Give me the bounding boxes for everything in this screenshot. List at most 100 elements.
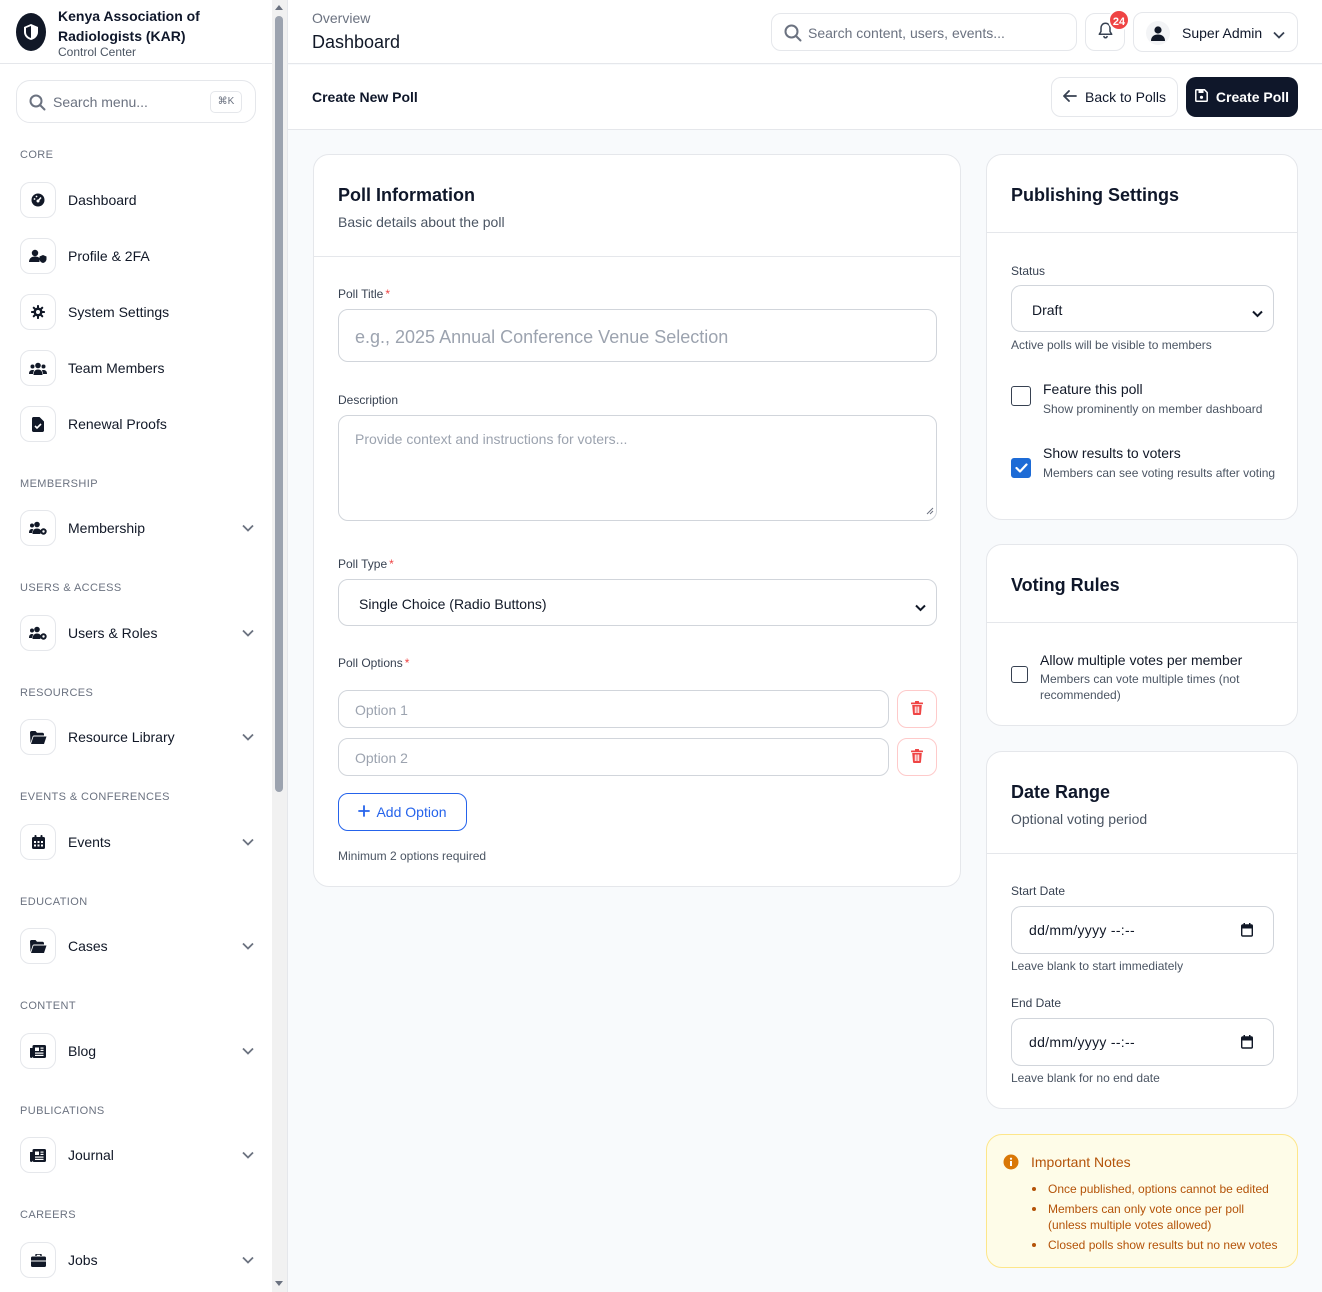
brand-name: Kenya Association of Radiologists (KAR)	[58, 8, 200, 44]
chevron-down-icon	[240, 1147, 256, 1163]
arrow-left-icon	[1063, 89, 1077, 105]
remove-option-1-button[interactable]	[897, 690, 937, 728]
chevron-down-icon	[1252, 305, 1263, 321]
section-education: EDUCATION	[20, 896, 88, 908]
multiple-votes-title: Allow multiple votes per member	[1040, 652, 1243, 668]
sidebar-item-system-settings[interactable]: System Settings	[20, 294, 260, 330]
voting-rules-card: Voting Rules Allow multiple votes per me…	[986, 544, 1298, 726]
chevron-down-icon	[240, 625, 256, 641]
option-2-placeholder: Option 2	[355, 750, 408, 766]
sidebar-divider	[0, 63, 272, 64]
status-hint: Active polls will be visible to members	[1011, 338, 1212, 352]
poll-type-label: Poll Type *	[338, 557, 394, 571]
sidebar-item-blog[interactable]: Blog	[20, 1033, 260, 1069]
sidebar-item-label: Events	[68, 834, 111, 850]
avatar	[1146, 21, 1170, 45]
file-check-icon	[20, 406, 56, 442]
chevron-down-icon	[240, 1043, 256, 1059]
start-date-input[interactable]: dd/mm/yyyy --:--	[1011, 906, 1274, 954]
remove-option-2-button[interactable]	[897, 738, 937, 776]
multiple-votes-checkbox[interactable]	[1011, 666, 1028, 683]
sidebar-search-input[interactable]: Search menu... ⌘K	[16, 80, 256, 123]
sidebar-border	[287, 0, 288, 1292]
notes-list: Once published, options cannot be edited…	[1031, 1181, 1283, 1257]
sidebar-item-cases[interactable]: Cases	[20, 928, 260, 964]
brand[interactable]: Kenya Association of Radiologists (KAR) …	[16, 8, 266, 62]
breadcrumb[interactable]: Overview	[312, 10, 370, 26]
sidebar-item-label: Users & Roles	[68, 625, 158, 641]
calendar-icon	[20, 824, 56, 860]
description-textarea[interactable]: Provide context and instructions for vot…	[338, 415, 937, 521]
notifications-button[interactable]: 24	[1085, 9, 1130, 51]
start-date-hint: Leave blank to start immediately	[1011, 959, 1184, 973]
sidebar-item-label: Membership	[68, 520, 146, 536]
global-search-input[interactable]: Search content, users, events...	[771, 13, 1077, 51]
start-date-label: Start Date	[1011, 884, 1066, 898]
feature-poll-title: Feature this poll	[1043, 381, 1143, 397]
option-2-input[interactable]: Option 2	[338, 738, 889, 776]
sidebar-item-resource-library[interactable]: Resource Library	[20, 719, 260, 755]
sidebar-item-team-members[interactable]: Team Members	[20, 350, 260, 386]
calendar-icon[interactable]	[1240, 923, 1254, 940]
status-select[interactable]: Draft	[1011, 285, 1274, 332]
search-icon	[784, 24, 802, 45]
card-title: Date Range	[1011, 782, 1111, 802]
option-1-input[interactable]: Option 1	[338, 690, 889, 728]
save-icon	[1194, 89, 1208, 105]
poll-title-input[interactable]: e.g., 2025 Annual Conference Venue Selec…	[338, 309, 937, 362]
sidebar-item-jobs[interactable]: Jobs	[20, 1242, 260, 1278]
sidebar-search-placeholder: Search menu...	[53, 94, 148, 110]
note-item: Once published, options cannot be edited	[1031, 1181, 1283, 1197]
back-to-polls-button[interactable]: Back to Polls	[1051, 77, 1178, 117]
card-divider	[314, 256, 960, 257]
plus-icon	[358, 804, 371, 820]
required-mark: *	[385, 287, 391, 301]
poll-title-placeholder: e.g., 2025 Annual Conference Venue Selec…	[355, 327, 729, 347]
card-divider	[987, 232, 1297, 233]
newspaper-icon	[20, 1137, 56, 1173]
sidebar-scrollbar[interactable]	[272, 0, 287, 1292]
section-content: CONTENT	[20, 1000, 76, 1012]
section-resources: RESOURCES	[20, 687, 94, 699]
top-header: Overview Dashboard Search content, users…	[288, 0, 1322, 64]
global-search-placeholder: Search content, users, events...	[808, 25, 1005, 41]
sidebar-item-renewal-proofs[interactable]: Renewal Proofs	[20, 406, 260, 442]
sidebar-item-membership[interactable]: Membership	[20, 510, 260, 546]
sidebar-item-label: Cases	[68, 938, 108, 954]
multiple-votes-desc: Members can vote multiple times (not rec…	[1040, 672, 1240, 702]
calendar-icon[interactable]	[1240, 1035, 1254, 1052]
add-option-button[interactable]: Add Option	[338, 793, 467, 831]
show-results-title: Show results to voters	[1043, 445, 1181, 461]
newspaper-icon	[20, 1033, 56, 1069]
card-divider	[987, 853, 1297, 854]
publishing-settings-card: Publishing Settings Status Draft Active …	[986, 154, 1298, 520]
scroll-up-icon[interactable]	[275, 5, 283, 10]
end-date-label: End Date	[1011, 996, 1062, 1010]
scroll-down-icon[interactable]	[275, 1281, 283, 1286]
folder-open-icon	[20, 719, 56, 755]
folder-open-icon	[20, 928, 56, 964]
option-1-placeholder: Option 1	[355, 702, 408, 718]
poll-type-select[interactable]: Single Choice (Radio Buttons)	[338, 579, 937, 626]
sidebar-item-profile[interactable]: Profile & 2FA	[20, 238, 260, 274]
sidebar-item-events[interactable]: Events	[20, 824, 260, 860]
sidebar-item-label: Profile & 2FA	[68, 248, 150, 264]
user-shield-icon	[20, 238, 56, 274]
sidebar-item-journal[interactable]: Journal	[20, 1137, 260, 1173]
card-subtitle: Basic details about the poll	[338, 214, 505, 230]
scrollbar-thumb[interactable]	[275, 16, 283, 792]
sidebar-item-label: Journal	[68, 1147, 114, 1163]
sidebar-item-users-roles[interactable]: Users & Roles	[20, 615, 260, 651]
user-menu-button[interactable]: Super Admin	[1133, 12, 1298, 52]
end-date-input[interactable]: dd/mm/yyyy --:--	[1011, 1018, 1274, 1066]
sidebar-item-label: Dashboard	[68, 192, 137, 208]
required-mark: *	[389, 557, 394, 571]
show-results-checkbox[interactable]	[1011, 458, 1031, 478]
sidebar-item-dashboard[interactable]: Dashboard	[20, 182, 260, 218]
card-title: Publishing Settings	[1011, 185, 1180, 205]
feature-poll-checkbox[interactable]	[1011, 386, 1031, 406]
create-poll-button[interactable]: Create Poll	[1186, 77, 1298, 117]
resize-handle-icon[interactable]	[926, 502, 934, 518]
checkmark-icon	[1014, 460, 1028, 476]
briefcase-icon	[20, 1242, 56, 1278]
